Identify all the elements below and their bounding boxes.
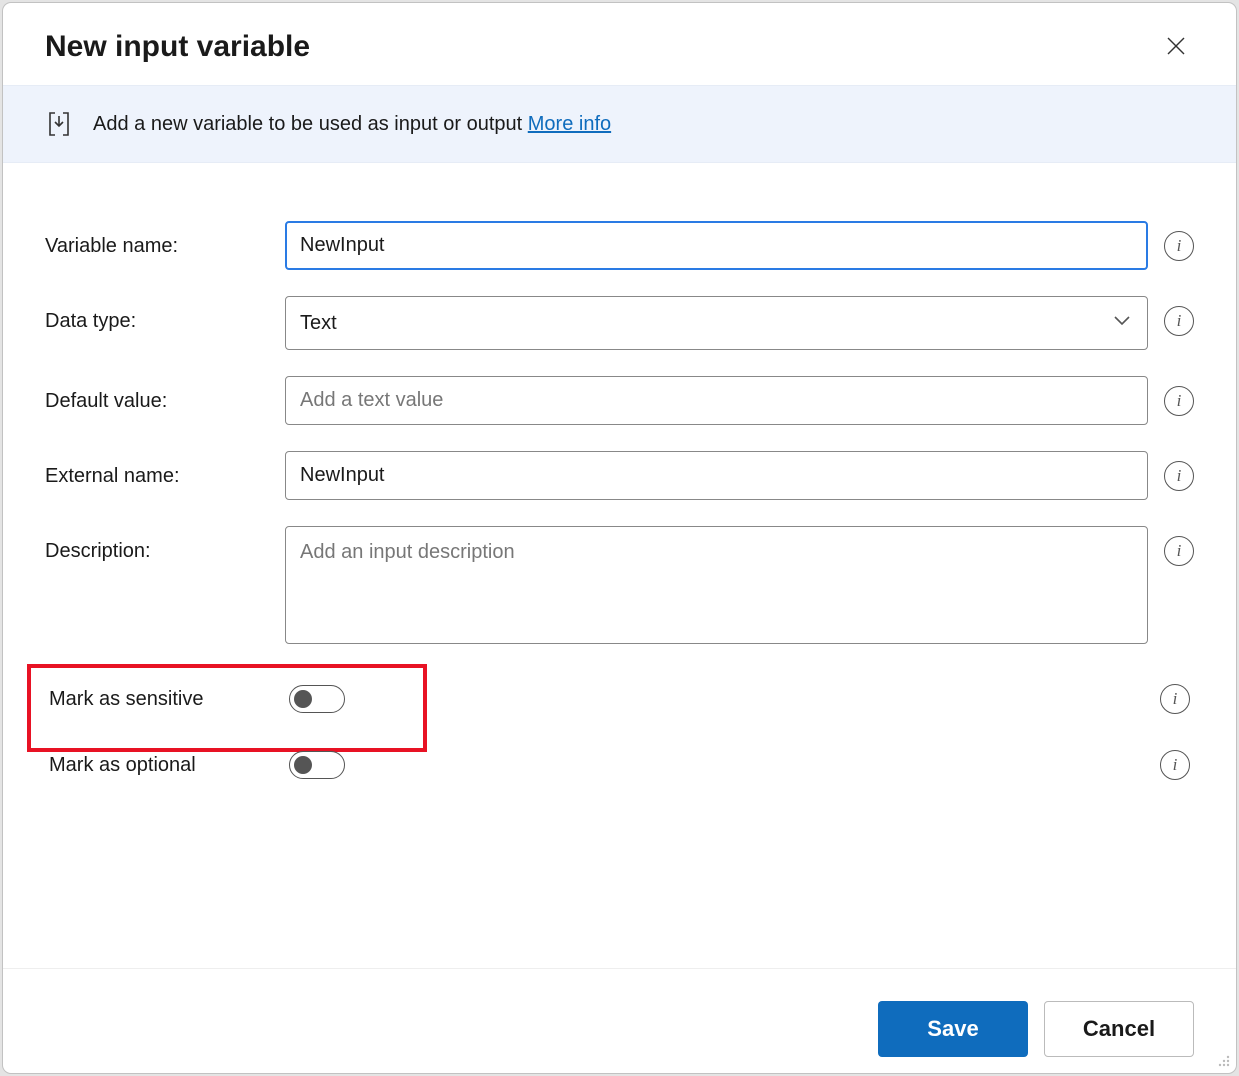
more-info-link[interactable]: More info xyxy=(528,113,611,135)
row-data-type: Data type: Text i xyxy=(45,296,1194,350)
variable-name-info-icon[interactable]: i xyxy=(1164,231,1194,261)
resize-grip-icon[interactable] xyxy=(1214,1051,1232,1069)
mark-optional-info-icon[interactable]: i xyxy=(1160,750,1190,780)
row-default-value: Default value: i xyxy=(45,376,1194,425)
data-type-value: Text xyxy=(300,312,337,335)
external-name-label: External name: xyxy=(45,451,285,488)
external-name-info-icon[interactable]: i xyxy=(1164,461,1194,491)
toggle-knob xyxy=(294,756,312,774)
mark-sensitive-label: Mark as sensitive xyxy=(49,688,289,711)
dialog-title: New input variable xyxy=(45,30,310,64)
mark-optional-label: Mark as optional xyxy=(49,754,289,777)
form-body: Variable name: i Data type: Text i Defau… xyxy=(3,163,1236,968)
mark-optional-toggle[interactable] xyxy=(289,751,345,779)
banner-text-content: Add a new variable to be used as input o… xyxy=(93,113,528,135)
close-icon xyxy=(1166,36,1186,59)
variable-name-label: Variable name: xyxy=(45,221,285,258)
close-button[interactable] xyxy=(1158,29,1194,65)
default-value-info-icon[interactable]: i xyxy=(1164,386,1194,416)
description-input[interactable] xyxy=(285,526,1148,644)
default-value-label: Default value: xyxy=(45,376,285,413)
dialog-header: New input variable xyxy=(3,3,1236,85)
row-mark-sensitive-wrap: Mark as sensitive i xyxy=(45,670,1194,728)
external-name-input[interactable] xyxy=(285,451,1148,500)
cancel-button[interactable]: Cancel xyxy=(1044,1001,1194,1057)
row-description: Description: i xyxy=(45,526,1194,644)
dialog-footer: Save Cancel xyxy=(3,969,1236,1073)
mark-sensitive-toggle[interactable] xyxy=(289,685,345,713)
data-type-label: Data type: xyxy=(45,296,285,333)
info-banner: Add a new variable to be used as input o… xyxy=(3,85,1236,163)
mark-sensitive-info-icon[interactable]: i xyxy=(1160,684,1190,714)
banner-text: Add a new variable to be used as input o… xyxy=(93,113,611,136)
input-variable-icon xyxy=(45,110,73,138)
row-external-name: External name: i xyxy=(45,451,1194,500)
data-type-select[interactable]: Text xyxy=(285,296,1148,350)
save-button[interactable]: Save xyxy=(878,1001,1028,1057)
row-mark-sensitive: Mark as sensitive i xyxy=(45,670,1194,728)
description-label: Description: xyxy=(45,526,285,563)
row-variable-name: Variable name: i xyxy=(45,221,1194,270)
chevron-down-icon xyxy=(1111,309,1133,337)
data-type-info-icon[interactable]: i xyxy=(1164,306,1194,336)
toggle-knob xyxy=(294,690,312,708)
row-mark-optional: Mark as optional i xyxy=(45,736,1194,794)
description-info-icon[interactable]: i xyxy=(1164,536,1194,566)
default-value-input[interactable] xyxy=(285,376,1148,425)
new-input-variable-dialog: New input variable Add a new variable to… xyxy=(3,3,1236,1073)
variable-name-input[interactable] xyxy=(285,221,1148,270)
